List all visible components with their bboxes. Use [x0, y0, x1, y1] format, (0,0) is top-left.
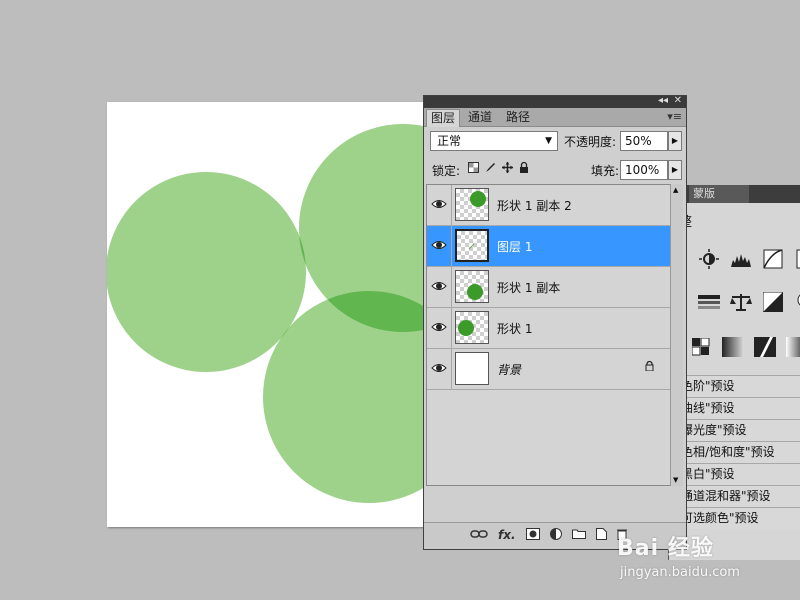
link-icon[interactable] [470, 528, 488, 543]
layer-name[interactable]: 形状 1 副本 [497, 279, 560, 296]
eye-divider [451, 308, 452, 348]
lock-icons [468, 161, 529, 176]
fill-label: 填充: [591, 164, 620, 178]
eye-icon[interactable] [431, 278, 447, 294]
tab-masks[interactable]: 蒙版 [689, 185, 749, 203]
layer-list-scrollbar[interactable]: ▲ ▼ [670, 184, 683, 486]
layer-list: 形状 1 副本 2 图层 1 形状 1 副本 形状 1 背景 [426, 184, 671, 486]
eye-icon[interactable] [431, 360, 447, 376]
adjustment-icons-row3 [689, 335, 800, 359]
canvas-artwork [107, 124, 437, 503]
preset-list: 色阶"预设 曲线"预设 曝光度"预设 色相/饱和度"预设 黑白"预设 通道混和器… [669, 375, 800, 529]
photo-filter-icon[interactable] [793, 290, 800, 314]
blend-mode-select[interactable]: 正常 ▼ [430, 131, 558, 151]
adjustment-icon[interactable] [549, 528, 562, 543]
eye-divider [451, 185, 452, 225]
tab-layers[interactable]: 图层 [426, 109, 461, 127]
adjustment-icons-row2 [697, 290, 800, 314]
opacity-label: 不透明度: [564, 135, 617, 149]
tab-paths[interactable]: 路径 [502, 109, 534, 126]
preset-curves[interactable]: 曲线"预设 [669, 397, 800, 419]
layer-thumbnail [455, 311, 489, 344]
layer-name[interactable]: 形状 1 副本 2 [497, 197, 572, 214]
lock-position-icon[interactable] [502, 162, 513, 176]
opacity-input[interactable]: 50% [620, 131, 668, 151]
close-icon[interactable]: ✕ [674, 95, 682, 106]
layer-name[interactable]: 背景 [497, 361, 521, 378]
threshold-icon[interactable] [753, 335, 777, 359]
panel-tabs: 图层 通道 路径 ▾≡ [424, 108, 686, 127]
collapse-icon[interactable]: ◂◂ [658, 95, 668, 106]
lock-all-icon[interactable] [519, 161, 529, 176]
lock-pixels-icon[interactable] [485, 162, 496, 176]
eye-divider [451, 349, 452, 389]
gradient-map-icon[interactable] [721, 335, 745, 359]
layer-row-shape-copy[interactable]: 形状 1 副本 [427, 267, 670, 308]
group-icon[interactable] [571, 528, 586, 543]
lock-icon [645, 360, 654, 374]
blend-opacity-row: 正常 ▼ 不透明度: 50% ▶ [428, 131, 682, 153]
layer-name[interactable]: 图层 1 [497, 238, 532, 255]
vibrance-icon[interactable] [697, 290, 721, 314]
layer-thumbnail [455, 270, 489, 303]
black-white-icon[interactable] [761, 290, 785, 314]
watermark-url: jingyan.baidu.com [620, 565, 740, 580]
layer-row-shape-1[interactable]: 形状 1 [427, 308, 670, 349]
layers-panel: ◂◂ ✕ 图层 通道 路径 ▾≡ 正常 ▼ 不透明度: 50% ▶ 锁定: 填充… [423, 95, 687, 550]
lock-label: 锁定: [432, 164, 461, 178]
footer-icons: fx. [470, 528, 627, 543]
preset-hue-saturation[interactable]: 色相/饱和度"预设 [669, 441, 800, 463]
lock-fill-row: 锁定: 填充: 100% ▶ [428, 160, 682, 182]
scroll-down-icon[interactable]: ▼ [673, 476, 678, 484]
chevron-down-icon: ▼ [545, 136, 552, 146]
balance-icon[interactable] [729, 290, 753, 314]
selective-color-icon[interactable] [785, 335, 800, 359]
layer-row-background[interactable]: 背景 [427, 349, 670, 390]
blend-mode-value: 正常 [437, 134, 462, 148]
channel-mixer-icon[interactable] [689, 335, 713, 359]
layer-thumbnail [455, 188, 489, 221]
fx-icon[interactable]: fx. [498, 528, 516, 543]
adjustments-panel: 蒙版 整 + [668, 185, 800, 560]
circle-left [107, 172, 306, 372]
exposure-icon[interactable]: + [793, 247, 800, 271]
fill-input[interactable]: 100% [620, 160, 668, 180]
scroll-up-icon[interactable]: ▲ [673, 186, 678, 194]
tab-channels[interactable]: 通道 [464, 109, 496, 126]
eye-icon[interactable] [431, 196, 447, 212]
new-layer-icon[interactable] [595, 528, 607, 543]
levels-icon[interactable] [729, 247, 753, 271]
adjustments-tabbar: 蒙版 [669, 185, 800, 203]
preset-channel-mixer[interactable]: 通道混和器"预设 [669, 485, 800, 507]
preset-black-white[interactable]: 黑白"预设 [669, 463, 800, 485]
document-canvas[interactable] [107, 102, 437, 527]
layer-row-shape-copy-2[interactable]: 形状 1 副本 2 [427, 185, 670, 226]
layer-row-layer-1[interactable]: 图层 1 [427, 226, 670, 267]
adjustment-icons-row1: + [697, 247, 800, 271]
layer-thumbnail [455, 352, 489, 385]
eye-divider [451, 267, 452, 307]
panel-menu-icon[interactable]: ▾≡ [667, 110, 682, 123]
eye-icon[interactable] [431, 319, 447, 335]
curves-icon[interactable] [761, 247, 785, 271]
eye-divider [451, 226, 452, 266]
preset-exposure[interactable]: 曝光度"预设 [669, 419, 800, 441]
layer-thumbnail [455, 229, 489, 262]
eye-icon[interactable] [431, 237, 447, 253]
layer-name[interactable]: 形状 1 [497, 320, 532, 337]
watermark-logo: Bai 经验 [617, 536, 714, 561]
mask-icon[interactable] [525, 528, 540, 543]
panel-titlebar[interactable]: ◂◂ ✕ [424, 95, 686, 108]
brightness-icon[interactable] [697, 247, 721, 271]
preset-selective-color[interactable]: 可选颜色"预设 [669, 507, 800, 529]
preset-levels[interactable]: 色阶"预设 [669, 375, 800, 397]
fill-slider-button[interactable]: ▶ [668, 160, 682, 180]
lock-transparency-icon[interactable] [468, 162, 479, 176]
opacity-slider-button[interactable]: ▶ [668, 131, 682, 151]
